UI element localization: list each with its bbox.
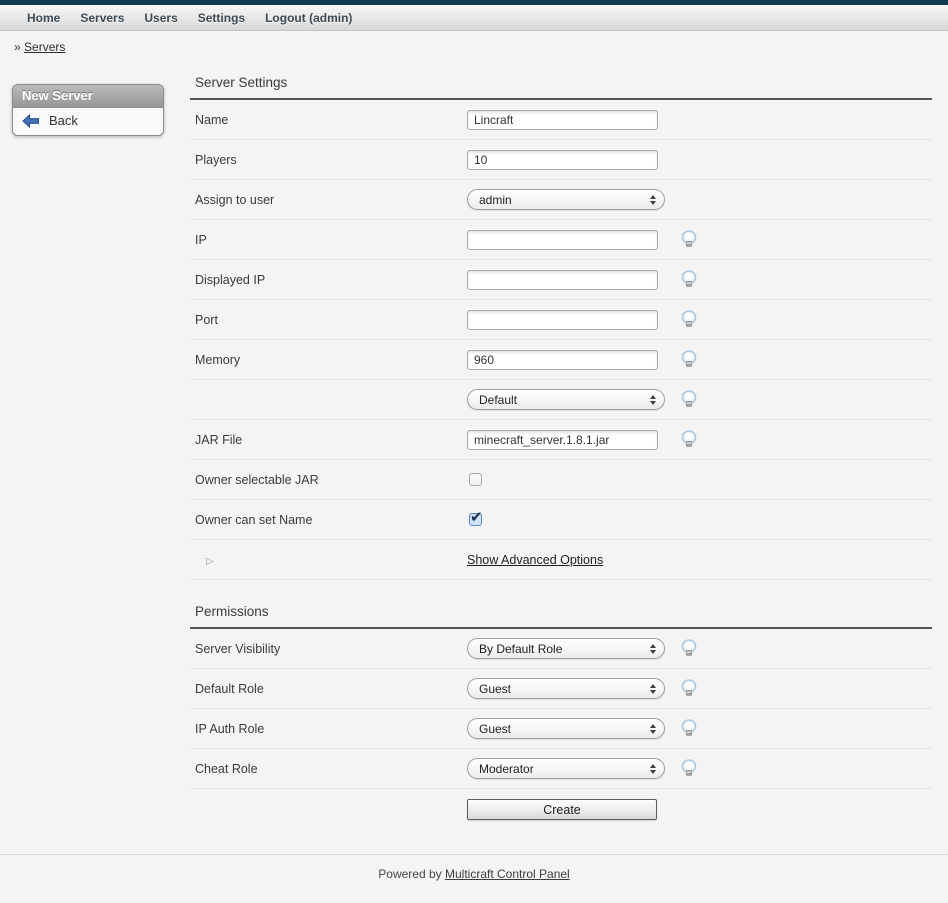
help-bulb-icon[interactable] [680, 759, 698, 778]
select-stepper-icon [650, 684, 656, 694]
breadcrumb-symbol: » [14, 40, 21, 54]
select-value: Moderator [479, 762, 534, 776]
help-bulb-icon[interactable] [680, 719, 698, 738]
form-row-name: Name [190, 100, 932, 140]
help-bulb-icon[interactable] [680, 639, 698, 658]
sidebar-menu: New Server Back [12, 84, 164, 136]
collapsed-triangle-icon[interactable]: ▷ [195, 556, 214, 567]
breadcrumb-link-servers[interactable]: Servers [24, 40, 65, 54]
players-input[interactable] [467, 150, 658, 170]
help-bulb-icon[interactable] [680, 310, 698, 329]
name-input[interactable] [467, 110, 658, 130]
nav-item-logout[interactable]: Logout (admin) [255, 11, 362, 25]
help-bulb-icon[interactable] [680, 270, 698, 289]
server-visibility-select[interactable]: By Default Role [467, 638, 665, 659]
help-bulb-icon[interactable] [680, 230, 698, 249]
field-label: Players [190, 153, 467, 167]
content: New Server Back Server Settings Name Pla… [0, 75, 948, 881]
form-row-memory: Memory [190, 340, 932, 380]
main-navbar: Home Servers Users Settings Logout (admi… [0, 5, 948, 31]
field-label: Default Role [190, 682, 467, 696]
field-label: Name [190, 113, 467, 127]
port-input[interactable] [467, 310, 658, 330]
form-row-jar-file: JAR File [190, 420, 932, 460]
select-value: Default [479, 393, 517, 407]
form-row-port: Port [190, 300, 932, 340]
footer-link-multicraft[interactable]: Multicraft Control Panel [445, 867, 570, 881]
select-value: admin [479, 193, 512, 207]
sidebar-item-back[interactable]: Back [13, 108, 163, 135]
form-row-default-role: Default Role Guest [190, 669, 932, 709]
form-row-server-visibility: Server Visibility By Default Role [190, 629, 932, 669]
footer-text: Powered by [378, 867, 441, 881]
field-label: Owner can set Name [190, 513, 467, 527]
permissions-heading: Permissions [195, 604, 932, 619]
show-advanced-options-link[interactable]: Show Advanced Options [467, 553, 603, 567]
help-bulb-icon[interactable] [680, 679, 698, 698]
select-stepper-icon [650, 724, 656, 734]
form-row-advanced-options: ▷ Show Advanced Options [190, 540, 932, 580]
field-label: Displayed IP [190, 273, 467, 287]
default-role-select[interactable]: Guest [467, 678, 665, 699]
form-row-jar-default: Default [190, 380, 932, 420]
field-label: Port [190, 313, 467, 327]
nav-item-servers[interactable]: Servers [70, 11, 134, 25]
field-label: IP Auth Role [190, 722, 467, 736]
server-settings-heading: Server Settings [195, 75, 932, 90]
help-bulb-icon[interactable] [680, 430, 698, 449]
multicraft-page: Home Servers Users Settings Logout (admi… [0, 0, 948, 903]
select-stepper-icon [650, 395, 656, 405]
main-panel: Server Settings Name Players Assign to u… [190, 75, 932, 830]
select-stepper-icon [650, 764, 656, 774]
sidebar-title: New Server [13, 85, 163, 108]
create-button[interactable]: Create [467, 799, 657, 820]
field-label: JAR File [190, 433, 467, 447]
select-stepper-icon [650, 644, 656, 654]
page-footer: Powered by Multicraft Control Panel [0, 854, 948, 881]
select-value: Guest [479, 722, 511, 736]
default-select[interactable]: Default [467, 389, 665, 410]
select-stepper-icon [650, 195, 656, 205]
form-row-cheat-role: Cheat Role Moderator [190, 749, 932, 789]
assign-to-user-select[interactable]: admin [467, 189, 665, 210]
form-row-assign-to-user: Assign to user admin [190, 180, 932, 220]
help-bulb-icon[interactable] [680, 350, 698, 369]
help-bulb-icon[interactable] [680, 390, 698, 409]
field-label: Assign to user [190, 193, 467, 207]
form-row-ip: IP [190, 220, 932, 260]
owner-selectable-jar-checkbox[interactable] [469, 473, 482, 486]
form-row-ip-auth-role: IP Auth Role Guest [190, 709, 932, 749]
cheat-role-select[interactable]: Moderator [467, 758, 665, 779]
field-label: Cheat Role [190, 762, 467, 776]
form-row-owner-selectable-jar: Owner selectable JAR [190, 460, 932, 500]
nav-item-settings[interactable]: Settings [188, 11, 255, 25]
ip-input[interactable] [467, 230, 658, 250]
owner-can-set-name-checkbox[interactable] [469, 513, 482, 526]
field-label: Owner selectable JAR [190, 473, 467, 487]
nav-item-home[interactable]: Home [17, 11, 70, 25]
back-arrow-icon [22, 114, 40, 128]
jar-file-input[interactable] [467, 430, 658, 450]
breadcrumb: » Servers [0, 31, 948, 61]
form-row-players: Players [190, 140, 932, 180]
field-label: Memory [190, 353, 467, 367]
nav-item-users[interactable]: Users [134, 11, 187, 25]
select-value: Guest [479, 682, 511, 696]
displayed-ip-input[interactable] [467, 270, 658, 290]
field-label: Server Visibility [190, 642, 467, 656]
form-row-create: Create [190, 789, 932, 830]
ip-auth-role-select[interactable]: Guest [467, 718, 665, 739]
form-row-displayed-ip: Displayed IP [190, 260, 932, 300]
back-label: Back [49, 113, 78, 128]
memory-input[interactable] [467, 350, 658, 370]
select-value: By Default Role [479, 642, 562, 656]
form-row-owner-can-set-name: Owner can set Name [190, 500, 932, 540]
field-label: IP [190, 233, 467, 247]
